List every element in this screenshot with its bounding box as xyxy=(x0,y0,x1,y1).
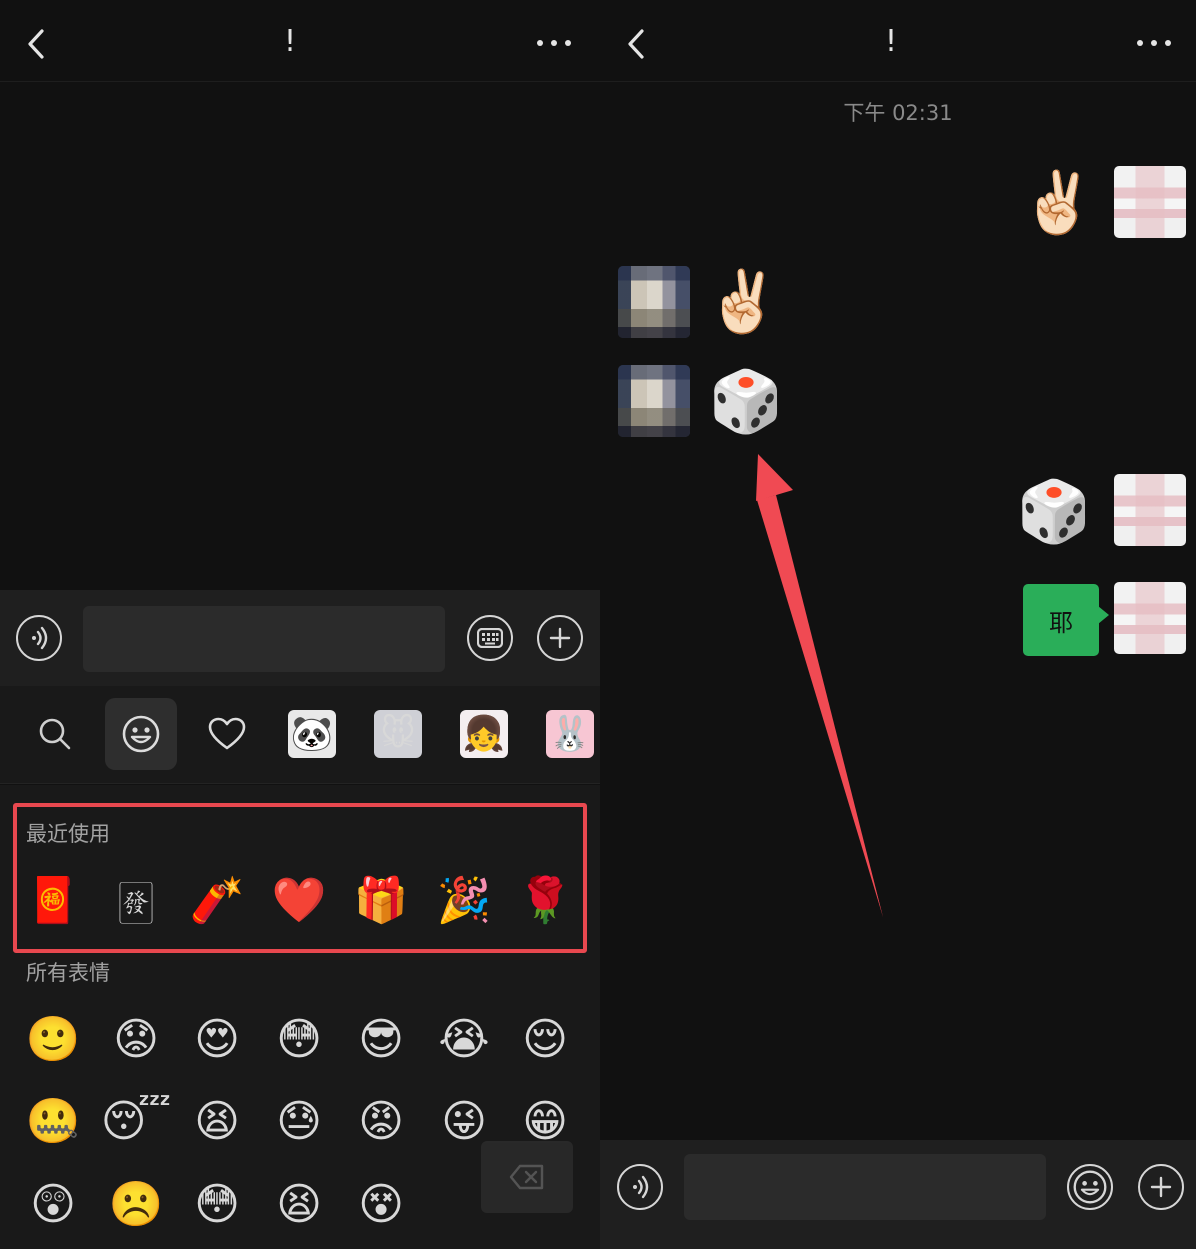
plus-icon xyxy=(549,627,571,649)
message-input[interactable] xyxy=(83,606,445,672)
panda-sticker-icon: 🐼 xyxy=(290,714,334,754)
message-composer xyxy=(0,590,600,686)
message-input[interactable] xyxy=(684,1154,1046,1220)
emoji-cell[interactable]: 😫 xyxy=(189,1094,245,1150)
smiley-icon xyxy=(122,715,160,753)
pink-sticker-icon: 🐰 xyxy=(548,714,592,754)
backspace-button[interactable] xyxy=(481,1141,573,1213)
tab-favorites[interactable] xyxy=(191,698,263,770)
emoji-cell[interactable]: 🙂 xyxy=(25,1012,81,1068)
recent-emoji-heart[interactable]: ❤️ xyxy=(271,873,327,929)
right-chat-screen: ! 下午 02:31 ✌🏻 ✌🏻 🎲 🎲 耶 xyxy=(600,0,1196,1249)
voice-button[interactable] xyxy=(16,615,62,661)
emoji-cell[interactable]: 😳 xyxy=(189,1177,245,1233)
plus-button[interactable] xyxy=(537,615,583,661)
emoji-cell[interactable]: 😵 xyxy=(353,1177,409,1233)
emoji-cell[interactable]: 😌 xyxy=(517,1012,573,1068)
all-emoji-section-title: 所有表情 xyxy=(26,961,110,985)
mouse-sticker-icon: 🐭 xyxy=(380,714,416,754)
emoji-panel: 最近使用 🧧 🀅 🧨 ❤️ 🎁 🎉 🌹 所有表情 🙂 😟 😍 😳 😎 😭 😌 🤐… xyxy=(0,785,600,1249)
annotation-arrow xyxy=(756,454,883,917)
emoji-cell[interactable]: 😡 xyxy=(353,1094,409,1150)
sticker-pack-pink[interactable]: 🐰 xyxy=(546,710,594,758)
more-options-icon[interactable] xyxy=(537,36,571,50)
back-arrow-icon[interactable] xyxy=(24,26,50,62)
keyboard-icon xyxy=(477,628,503,648)
top-bar: ! xyxy=(0,0,600,82)
emoji-cell[interactable]: 😭 xyxy=(436,1012,492,1068)
sticker-pack-panda[interactable]: 🐼 xyxy=(288,710,336,758)
emoji-cell[interactable]: 😎 xyxy=(353,1012,409,1068)
message-composer xyxy=(600,1140,1196,1249)
tab-search[interactable] xyxy=(19,698,91,770)
emoji-tab-bar: 🐼 🐭 👧 🐰 xyxy=(0,686,600,784)
emoji-cell[interactable]: 🤐 xyxy=(25,1094,81,1150)
sticker-pack-mouse[interactable]: 🐭 xyxy=(374,710,422,758)
keyboard-button[interactable] xyxy=(467,615,513,661)
recent-emoji-fu[interactable]: 🧨 xyxy=(189,873,245,929)
search-icon xyxy=(39,718,71,750)
plus-button[interactable] xyxy=(1138,1164,1184,1210)
voice-icon xyxy=(633,1175,649,1199)
backspace-icon xyxy=(509,1164,544,1190)
emoji-cell[interactable]: 😍 xyxy=(189,1012,245,1068)
emoji-cell[interactable]: 😴 xyxy=(101,1094,172,1150)
girl-sticker-icon: 👧 xyxy=(462,714,506,754)
recent-emoji-red-packet[interactable]: 🧧 xyxy=(25,873,81,929)
voice-icon xyxy=(32,626,48,650)
recent-emoji-mahjong-fa[interactable]: 🀅 xyxy=(108,873,164,929)
emoji-cell[interactable]: 😓 xyxy=(271,1094,327,1150)
heart-icon xyxy=(208,717,246,750)
recent-section-title: 最近使用 xyxy=(26,822,110,846)
emoji-cell[interactable]: 😟 xyxy=(108,1012,164,1068)
tab-emoji[interactable] xyxy=(105,698,177,770)
plus-icon xyxy=(1150,1176,1172,1198)
recent-emoji-party[interactable]: 🎉 xyxy=(436,873,492,929)
emoji-cell[interactable]: 😳 xyxy=(271,1012,327,1068)
recent-emoji-gift[interactable]: 🎁 xyxy=(353,873,409,929)
emoji-cell[interactable]: 😫 xyxy=(271,1177,327,1233)
emoji-button[interactable] xyxy=(1067,1164,1113,1210)
voice-button[interactable] xyxy=(617,1164,663,1210)
recent-emoji-rose[interactable]: 🌹 xyxy=(517,873,573,929)
smiley-icon xyxy=(1073,1170,1107,1204)
sticker-pack-girl[interactable]: 👧 xyxy=(460,710,508,758)
chat-title: ! xyxy=(284,24,297,59)
emoji-cell[interactable]: ☹️ xyxy=(108,1177,164,1233)
emoji-cell[interactable]: 😲 xyxy=(25,1177,81,1233)
left-chat-screen: ! 🐼 🐭 👧 🐰 最近使用 🧧 🀅 🧨 ❤️ 🎁 🎉 🌹 所有表情 🙂 😟 😍… xyxy=(0,0,600,1249)
